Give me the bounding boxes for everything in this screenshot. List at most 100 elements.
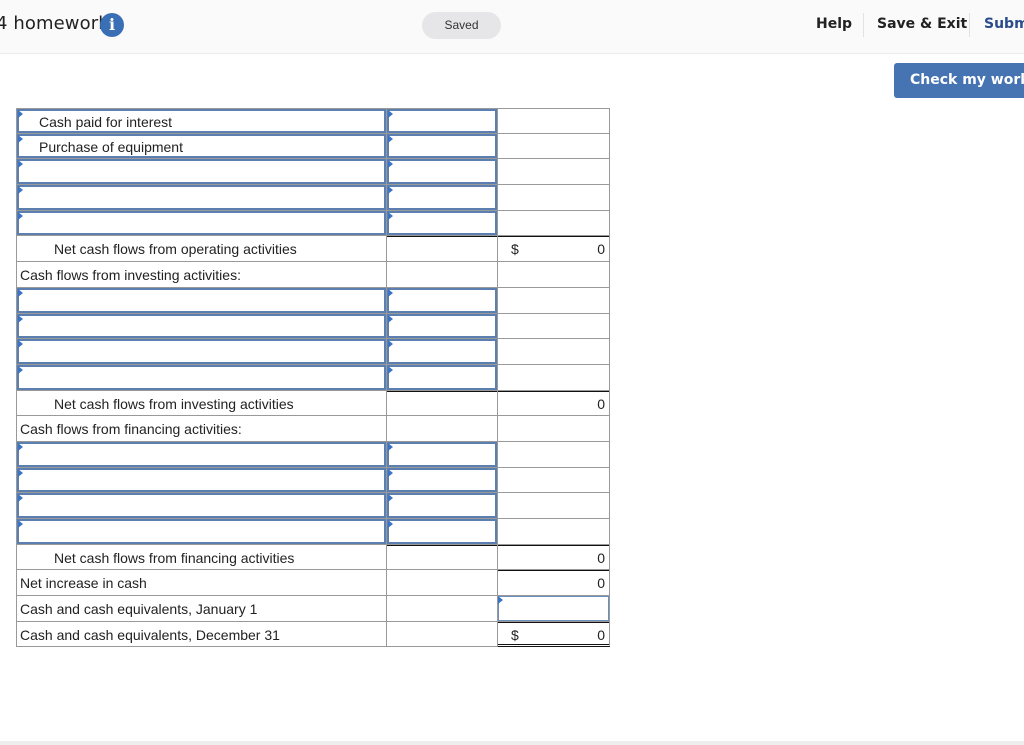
row-label: Net cash flows from financing activities bbox=[54, 549, 295, 566]
label-cell: Cash paid for interest bbox=[16, 108, 387, 134]
total-value: 0 bbox=[597, 626, 605, 643]
account-name-input[interactable] bbox=[17, 313, 386, 339]
table-row: Net cash flows from operating activities… bbox=[16, 236, 610, 263]
account-name-input[interactable]: Purchase of equipment bbox=[17, 133, 386, 159]
account-name-input[interactable] bbox=[17, 287, 386, 313]
table-row bbox=[16, 339, 610, 365]
amount-cell bbox=[387, 133, 498, 160]
account-name-value: Cash paid for interest bbox=[39, 114, 173, 130]
amount-input[interactable] bbox=[387, 210, 497, 236]
label-cell: Net cash flows from financing activities bbox=[16, 544, 387, 571]
account-name-input[interactable] bbox=[17, 519, 386, 544]
amount-cell bbox=[387, 262, 498, 288]
help-link[interactable]: Help bbox=[816, 16, 852, 32]
save-exit-link[interactable]: Save & Exit bbox=[877, 16, 967, 32]
total-cell bbox=[498, 596, 610, 622]
label-cell bbox=[16, 364, 387, 391]
amount-input[interactable] bbox=[387, 185, 497, 210]
table-row: Net cash flows from financing activities… bbox=[16, 544, 610, 571]
total-value: 0 bbox=[597, 395, 605, 412]
account-name-input[interactable]: Cash paid for interest bbox=[17, 109, 386, 133]
nav-divider bbox=[863, 13, 864, 37]
total-cell: $0 bbox=[498, 621, 610, 648]
currency-symbol: $ bbox=[511, 241, 519, 258]
amount-input[interactable] bbox=[387, 287, 497, 313]
account-name-input[interactable] bbox=[17, 364, 386, 390]
beginning-cash-input[interactable] bbox=[498, 596, 609, 621]
submit-link[interactable]: Subm bbox=[984, 16, 1024, 32]
total-cell: 0 bbox=[498, 544, 610, 571]
amount-cell bbox=[387, 416, 498, 442]
section-heading: Cash flows from investing activities: bbox=[20, 267, 241, 284]
amount-input[interactable] bbox=[387, 159, 497, 185]
total-value: 0 bbox=[597, 575, 605, 592]
cash-flow-worksheet: Cash paid for interest Purchase of equipm… bbox=[16, 108, 610, 648]
section-heading: Cash flows from financing activities: bbox=[20, 421, 242, 438]
table-row bbox=[16, 313, 610, 340]
table-row: Purchase of equipment bbox=[16, 133, 610, 160]
label-cell bbox=[16, 339, 387, 365]
amount-input[interactable] bbox=[387, 441, 497, 467]
saved-status-badge: Saved bbox=[422, 12, 501, 39]
table-row: Cash flows from investing activities: bbox=[16, 262, 610, 288]
amount-input[interactable] bbox=[387, 467, 497, 493]
total-cell bbox=[498, 519, 610, 545]
table-row: Net increase in cash 0 bbox=[16, 570, 610, 597]
label-cell bbox=[16, 185, 387, 211]
account-name-input[interactable] bbox=[17, 467, 386, 493]
info-icon[interactable]: i bbox=[100, 13, 124, 37]
amount-cell bbox=[387, 596, 498, 622]
amount-input[interactable] bbox=[387, 339, 497, 364]
amount-cell bbox=[387, 621, 498, 648]
table-row: Cash paid for interest bbox=[16, 108, 610, 134]
amount-cell bbox=[387, 544, 498, 571]
total-value: 0 bbox=[597, 549, 605, 566]
table-row bbox=[16, 467, 610, 494]
amount-input[interactable] bbox=[387, 133, 497, 159]
account-name-input[interactable] bbox=[17, 441, 386, 467]
nav-divider bbox=[969, 13, 970, 37]
amount-input[interactable] bbox=[387, 364, 497, 390]
table-row: Net cash flows from investing activities… bbox=[16, 390, 610, 417]
table-row bbox=[16, 493, 610, 519]
total-cell bbox=[498, 339, 610, 365]
account-name-input[interactable] bbox=[17, 210, 386, 236]
label-cell bbox=[16, 210, 387, 237]
total-cell: $0 bbox=[498, 236, 610, 263]
total-cell bbox=[498, 133, 610, 160]
amount-input[interactable] bbox=[387, 519, 497, 544]
amount-cell bbox=[387, 364, 498, 391]
amount-cell bbox=[387, 210, 498, 237]
total-cell bbox=[498, 185, 610, 211]
table-row: Cash and cash equivalents, December 31 $0 bbox=[16, 621, 610, 648]
amount-input[interactable] bbox=[387, 109, 497, 133]
label-cell: Cash flows from investing activities: bbox=[16, 262, 387, 288]
table-row bbox=[16, 519, 610, 545]
amount-input[interactable] bbox=[387, 313, 497, 339]
label-cell: Net increase in cash bbox=[16, 570, 387, 597]
amount-cell bbox=[387, 467, 498, 494]
amount-cell bbox=[387, 108, 498, 134]
total-cell bbox=[498, 287, 610, 314]
account-name-input[interactable] bbox=[17, 493, 386, 518]
total-cell: 0 bbox=[498, 570, 610, 597]
account-name-input[interactable] bbox=[17, 185, 386, 210]
total-cell bbox=[498, 313, 610, 340]
label-cell: Cash flows from financing activities: bbox=[16, 416, 387, 442]
label-cell: Net cash flows from investing activities bbox=[16, 390, 387, 417]
table-row bbox=[16, 441, 610, 468]
currency-symbol: $ bbox=[511, 626, 519, 643]
table-row bbox=[16, 364, 610, 391]
total-cell bbox=[498, 108, 610, 134]
label-cell: Cash and cash equivalents, December 31 bbox=[16, 621, 387, 648]
amount-cell bbox=[387, 570, 498, 597]
account-name-input[interactable] bbox=[17, 339, 386, 364]
amount-input[interactable] bbox=[387, 493, 497, 518]
account-name-input[interactable] bbox=[17, 159, 386, 185]
label-cell bbox=[16, 159, 387, 186]
amount-cell bbox=[387, 159, 498, 186]
check-my-work-button[interactable]: Check my work bbox=[894, 63, 1024, 98]
total-cell bbox=[498, 467, 610, 494]
label-cell: Purchase of equipment bbox=[16, 133, 387, 160]
assignment-title: 4 homework bbox=[0, 13, 109, 34]
